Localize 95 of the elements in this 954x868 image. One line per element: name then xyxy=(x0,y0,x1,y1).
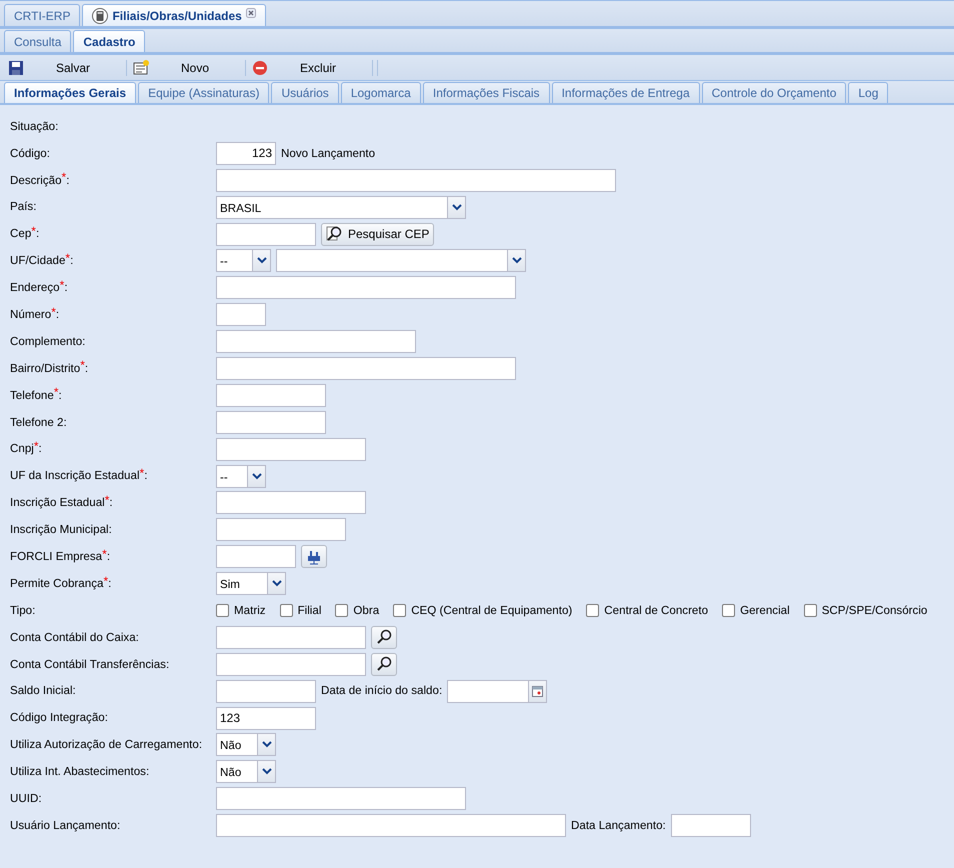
input-field[interactable] xyxy=(216,438,366,461)
input-field[interactable] xyxy=(216,384,326,407)
field-label: Data de início do saldo: xyxy=(321,683,442,700)
checkbox[interactable] xyxy=(804,604,817,617)
tab[interactable]: Consulta xyxy=(4,30,72,52)
dropdown[interactable]: -- xyxy=(216,464,266,488)
calculator-icon xyxy=(92,8,108,24)
dropdown[interactable] xyxy=(276,249,526,272)
factory-icon xyxy=(306,548,322,565)
document-icon xyxy=(133,60,150,76)
tab[interactable]: Usuários xyxy=(271,82,339,103)
dropdown[interactable]: Não xyxy=(216,733,276,756)
tab[interactable]: Informações Gerais xyxy=(4,82,136,103)
tab[interactable]: Informações de Entrega xyxy=(552,82,700,103)
checkbox-label: Filial xyxy=(298,602,322,619)
input-field[interactable] xyxy=(670,814,751,838)
tab[interactable]: Controle do Orçamento xyxy=(702,82,846,103)
tab[interactable]: Cadastro xyxy=(73,30,146,52)
caret-icon xyxy=(272,580,282,588)
checkbox-label: Central de Concreto xyxy=(604,602,708,619)
input-field[interactable] xyxy=(216,168,616,192)
magnifier-icon xyxy=(376,656,392,672)
magnifier-icon xyxy=(326,226,342,242)
caret-icon xyxy=(262,768,272,776)
input-field[interactable] xyxy=(216,410,326,434)
field-label: Código Integração: xyxy=(10,710,109,726)
checkbox[interactable] xyxy=(586,604,600,617)
field-label: Novo Lançamento xyxy=(281,146,376,162)
caret-icon xyxy=(262,741,272,748)
tab[interactable]: Logomarca xyxy=(340,82,421,103)
input-field[interactable] xyxy=(216,491,366,514)
field-label: UUID: xyxy=(10,791,43,808)
tab[interactable]: Log xyxy=(848,82,888,103)
search-button[interactable] xyxy=(371,626,397,649)
field-label: Telefone 2: xyxy=(10,414,68,431)
checkbox[interactable] xyxy=(280,604,293,617)
app-tab[interactable]: Filiais/Obras/Unidades xyxy=(82,4,266,26)
checkbox[interactable] xyxy=(393,604,406,617)
toolbar-button[interactable]: Novo xyxy=(129,58,244,76)
date-field[interactable] xyxy=(447,680,548,703)
input-field[interactable] xyxy=(216,545,296,568)
field-label: Código: xyxy=(10,146,51,162)
app-tab[interactable]: CRTI-ERP xyxy=(4,4,80,26)
field-label: Conta Contábil do Caixa: xyxy=(10,630,140,646)
checkbox-label: CEQ (Central de Equipamento) xyxy=(411,602,572,619)
input-field[interactable] xyxy=(216,276,516,300)
caret-icon xyxy=(256,257,266,264)
input-field[interactable]: 123 xyxy=(216,706,316,730)
input-field[interactable] xyxy=(216,680,316,703)
field-label: Saldo Inicial: xyxy=(10,683,77,700)
field-label: Utiliza Int. Abastecimentos: xyxy=(10,764,150,780)
checkbox[interactable] xyxy=(722,604,736,617)
field-label: Data Lançamento: xyxy=(571,818,666,834)
input-field[interactable] xyxy=(216,814,566,838)
field-label: Inscrição Municipal: xyxy=(10,522,113,538)
field-label: Situação: xyxy=(10,118,60,135)
dropdown[interactable]: Não xyxy=(216,760,276,784)
checkbox-label: Gerencial xyxy=(740,602,790,619)
caret-icon xyxy=(452,204,462,211)
tab[interactable]: Equipe (Assinaturas) xyxy=(138,82,270,103)
field-label: Conta Contábil Transferências: xyxy=(10,656,170,673)
checkbox-label: SCP/SPE/Consórcio xyxy=(822,602,928,619)
input-field[interactable] xyxy=(216,356,516,380)
caret-icon xyxy=(252,472,262,480)
checkbox[interactable] xyxy=(216,604,229,617)
input-field[interactable] xyxy=(216,518,346,542)
input-field[interactable] xyxy=(216,652,366,676)
field-label: Tipo: xyxy=(10,602,36,619)
tab[interactable]: Informações Fiscais xyxy=(422,82,550,103)
input-field[interactable] xyxy=(216,330,416,354)
field-label: Usuário Lançamento: xyxy=(10,818,122,834)
checkbox-label: Matriz xyxy=(234,602,266,619)
field-label: Complemento: xyxy=(10,334,86,350)
input-field[interactable] xyxy=(216,787,466,810)
caret-icon xyxy=(512,257,522,264)
input-field[interactable] xyxy=(216,626,366,649)
search-button[interactable]: Pesquisar CEP xyxy=(321,222,434,246)
checkbox[interactable] xyxy=(335,604,348,617)
dropdown[interactable]: -- xyxy=(216,249,271,272)
toolbar-button[interactable]: Excluir xyxy=(248,58,370,76)
checkbox-label: Obra xyxy=(353,602,380,619)
input-field[interactable] xyxy=(216,222,316,246)
calendar-icon xyxy=(532,686,544,697)
field-label: País: xyxy=(10,199,38,216)
search-button[interactable] xyxy=(371,652,397,676)
input-field[interactable]: 123 xyxy=(216,142,276,165)
dropdown[interactable]: BRASIL xyxy=(216,196,466,219)
close-icon[interactable] xyxy=(246,8,256,18)
dropdown[interactable]: Sim xyxy=(216,572,286,596)
magnifier-icon xyxy=(376,629,392,646)
toolbar-button[interactable]: Salvar xyxy=(4,58,124,76)
factory-button[interactable] xyxy=(301,545,327,568)
minus-circle-icon xyxy=(252,60,268,76)
input-field[interactable] xyxy=(216,303,266,326)
field-label: Utiliza Autorização de Carregamento: xyxy=(10,737,204,754)
